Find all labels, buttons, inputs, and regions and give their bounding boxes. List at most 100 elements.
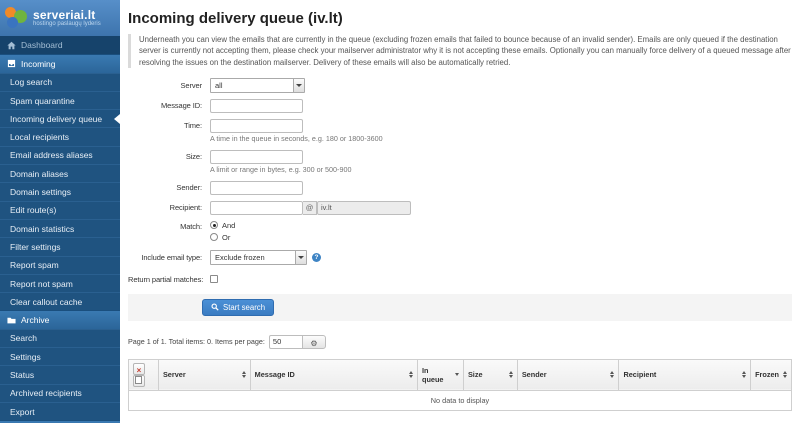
sidebar-item-email-address-aliases[interactable]: Email address aliases	[0, 146, 120, 164]
time-input[interactable]	[210, 119, 303, 133]
time-field-row: Time:	[128, 119, 792, 133]
intro-note: Underneath you can view the emails that …	[128, 34, 792, 68]
sidebar-item-spam-quarantine[interactable]: Spam quarantine	[0, 91, 120, 109]
sidebar-item-report-not-spam[interactable]: Report not spam	[0, 274, 120, 292]
sidebar-item-label: Clear callout cache	[10, 297, 82, 307]
column-header-message-id[interactable]: Message ID	[250, 359, 417, 390]
sidebar-item-label: Local recipients	[10, 132, 69, 142]
sidebar-item-local-recipients[interactable]: Local recipients	[0, 127, 120, 145]
size-help-text: A limit or range in bytes, e.g. 300 or 5…	[210, 165, 792, 174]
sidebar-item-dashboard[interactable]: Dashboard	[0, 36, 120, 54]
server-select-value: all	[215, 81, 223, 90]
match-radio-or[interactable]: Or	[210, 233, 235, 242]
start-search-button[interactable]: Start search	[202, 299, 274, 316]
at-sign-addon: @	[303, 201, 317, 215]
bulk-delete-icon-button[interactable]	[133, 363, 145, 375]
message-id-field-row: Message ID:	[128, 99, 792, 113]
help-icon[interactable]: ?	[312, 253, 321, 262]
include-email-type-value: Exclude frozen	[215, 253, 265, 262]
sidebar-item-settings[interactable]: Settings	[0, 347, 120, 365]
sidebar-item-label: Domain statistics	[10, 224, 74, 234]
size-input[interactable]	[210, 150, 303, 164]
sidebar-item-domain-statistics[interactable]: Domain statistics	[0, 219, 120, 237]
bulk-copy-icon-button[interactable]	[133, 375, 145, 387]
brand-text: serveriai.lt hostingo paslaugų lyderis	[33, 9, 101, 28]
sidebar-item-label: Search	[10, 333, 37, 343]
search-icon	[211, 303, 219, 311]
sidebar-item-label: Domain settings	[10, 187, 71, 197]
pagination-top: Page 1 of 1. Total items: 0. Items per p…	[128, 335, 792, 349]
sidebar-item-incoming-delivery-queue[interactable]: Incoming delivery queue	[0, 109, 120, 127]
sidebar-item-search[interactable]: Search	[0, 329, 120, 347]
sidebar-item-report-spam[interactable]: Report spam	[0, 256, 120, 274]
column-header-sender[interactable]: Sender	[517, 359, 619, 390]
radio-selected-icon[interactable]	[210, 221, 218, 229]
server-label: Server	[128, 81, 202, 90]
pagination-summary: Page 1 of 1. Total items: 0. Items per p…	[128, 337, 265, 346]
per-page-settings-button[interactable]	[302, 335, 326, 349]
chevron-down-icon	[293, 79, 304, 92]
column-header-frozen[interactable]: Frozen	[751, 359, 792, 390]
sidebar-item-domain-aliases[interactable]: Domain aliases	[0, 164, 120, 182]
sort-icon	[238, 371, 246, 378]
sidebar-item-log-search[interactable]: Log search	[0, 73, 120, 91]
sidebar-item-domain-settings[interactable]: Domain settings	[0, 182, 120, 200]
sender-label: Sender:	[128, 183, 202, 192]
sidebar-item-clear-callout-cache[interactable]: Clear callout cache	[0, 292, 120, 310]
folder-icon	[6, 316, 16, 325]
return-partial-checkbox[interactable]	[210, 275, 218, 283]
sender-input[interactable]	[210, 181, 303, 195]
sidebar-item-label: Report not spam	[10, 279, 73, 289]
server-field-row: Server all	[128, 78, 792, 93]
time-label: Time:	[128, 121, 202, 130]
include-email-type-select[interactable]: Exclude frozen	[210, 250, 307, 265]
sidebar-item-status[interactable]: Status	[0, 365, 120, 383]
time-help-text: A time in the queue in seconds, e.g. 180…	[210, 134, 792, 143]
sidebar-item-incoming[interactable]: Incoming	[0, 54, 120, 72]
message-id-input[interactable]	[210, 99, 303, 113]
recipient-label: Recipient:	[128, 203, 202, 212]
column-header-recipient[interactable]: Recipient	[619, 359, 751, 390]
logo-circles-icon	[5, 6, 29, 30]
sidebar-item-label: Edit route(s)	[10, 205, 56, 215]
return-partial-label: Return partial matches:	[128, 275, 202, 284]
sidebar-item-archive[interactable]: Archive	[0, 310, 120, 328]
sidebar-item-archived-recipients[interactable]: Archived recipients	[0, 384, 120, 402]
sidebar: serveriai.lt hostingo paslaugų lyderis D…	[0, 0, 120, 423]
return-partial-field-row: Return partial matches:	[128, 275, 792, 284]
recipient-input[interactable]	[210, 201, 303, 215]
per-page-input[interactable]	[269, 335, 303, 349]
sidebar-item-label: Settings	[10, 352, 41, 362]
sidebar-item-export[interactable]: Export	[0, 402, 120, 420]
sidebar-item-label: Spam quarantine	[10, 96, 75, 106]
sort-desc-icon	[451, 373, 459, 376]
main-content: Incoming delivery queue (iv.lt) Undernea…	[120, 0, 800, 423]
sort-icon	[606, 371, 614, 378]
column-header-in-queue[interactable]: In queue	[417, 359, 463, 390]
sidebar-item-label: Filter settings	[10, 242, 61, 252]
match-or-label: Or	[222, 233, 230, 242]
sidebar-item-label: Incoming	[21, 59, 56, 69]
match-radio-and[interactable]: And	[210, 221, 235, 230]
sidebar-item-edit-routes[interactable]: Edit route(s)	[0, 201, 120, 219]
sort-icon	[738, 371, 746, 378]
sidebar-item-filter-settings[interactable]: Filter settings	[0, 237, 120, 255]
include-email-type-field-row: Include email type: Exclude frozen ?	[128, 250, 792, 265]
recipient-field-row: Recipient: @	[128, 201, 792, 215]
start-search-label: Start search	[223, 303, 265, 312]
column-header-server[interactable]: Server	[158, 359, 250, 390]
results-table: Server Message ID In queue Size Sender R…	[128, 359, 792, 411]
sidebar-item-label: Incoming delivery queue	[10, 114, 102, 124]
chevron-down-icon	[295, 251, 306, 264]
gear-icon	[310, 334, 317, 349]
column-header-size[interactable]: Size	[463, 359, 517, 390]
server-select[interactable]: all	[210, 78, 305, 93]
include-email-type-label: Include email type:	[128, 253, 202, 262]
inbox-icon	[6, 59, 16, 68]
brand-logo[interactable]: serveriai.lt hostingo paslaugų lyderis	[0, 0, 120, 36]
sidebar-item-label: Report spam	[10, 260, 59, 270]
radio-unselected-icon[interactable]	[210, 233, 218, 241]
sidebar-item-label: Status	[10, 370, 34, 380]
form-actions-band: Start search	[128, 294, 792, 321]
sidebar-item-label: Export	[10, 407, 35, 417]
